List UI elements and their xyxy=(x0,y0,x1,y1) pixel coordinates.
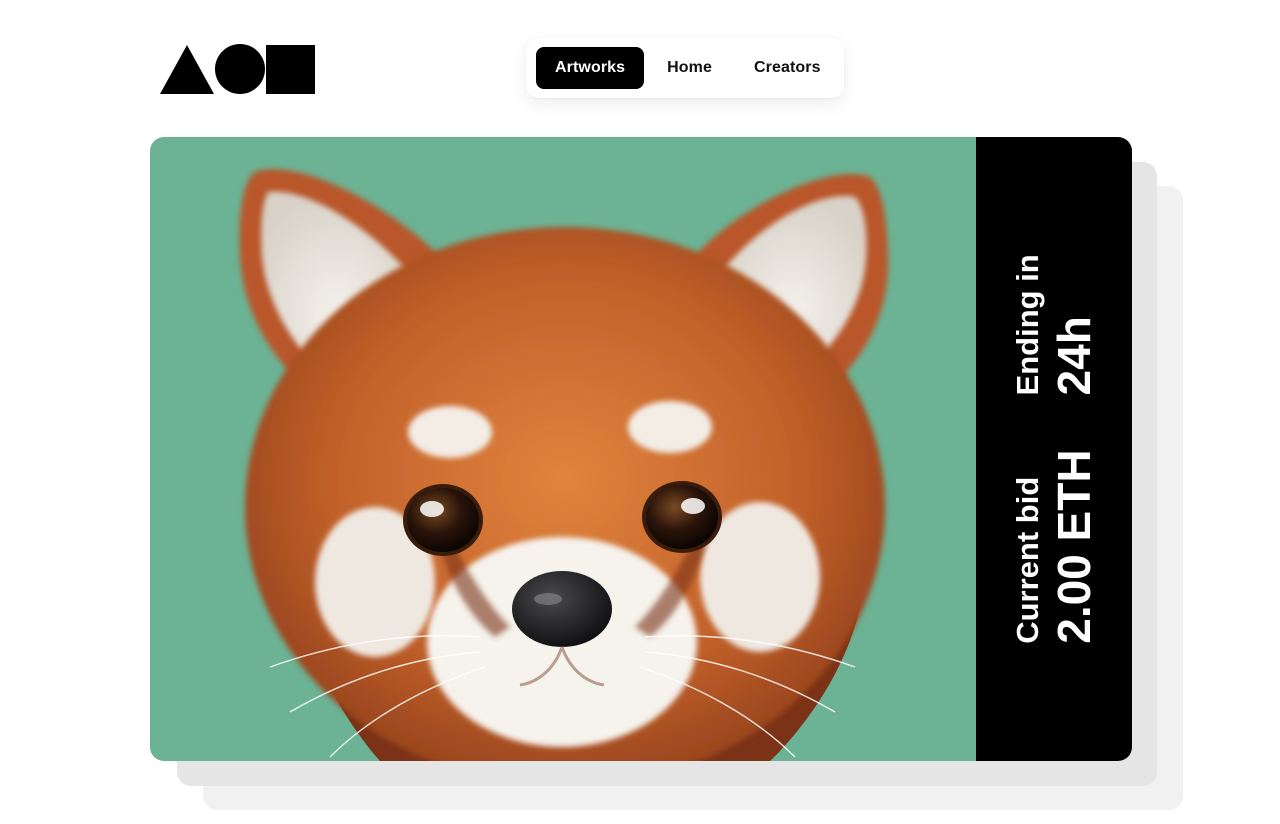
nav-artworks[interactable]: Artworks xyxy=(536,47,645,89)
artwork-card[interactable]: Current bid 2.00 ETH Ending in 24h xyxy=(150,137,1132,761)
artwork-image-panel xyxy=(150,137,976,761)
shapes-logo-icon xyxy=(160,44,315,94)
auction-info-rotated: Current bid 2.00 ETH Ending in 24h xyxy=(976,169,1132,729)
brand-logo[interactable] xyxy=(160,43,316,95)
ending-in-block: Ending in 24h xyxy=(1009,254,1100,396)
current-bid-label: Current bid xyxy=(1009,476,1045,644)
main-nav: Artworks Home Creators xyxy=(526,38,844,98)
current-bid-value: 2.00 ETH xyxy=(1047,449,1100,644)
red-panda-image xyxy=(239,169,889,761)
nav-creators[interactable]: Creators xyxy=(735,47,840,89)
ending-in-value: 24h xyxy=(1047,316,1100,396)
auction-info-panel: Current bid 2.00 ETH Ending in 24h xyxy=(976,137,1132,761)
ending-in-label: Ending in xyxy=(1009,254,1045,396)
current-bid-block: Current bid 2.00 ETH xyxy=(1009,449,1100,644)
nav-home[interactable]: Home xyxy=(648,47,731,89)
